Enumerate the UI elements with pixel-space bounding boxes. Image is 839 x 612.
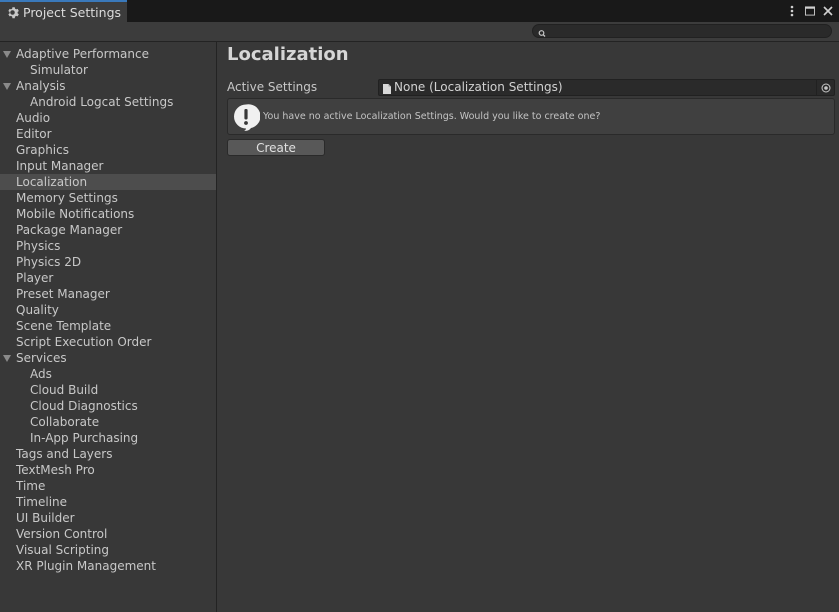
sidebar-item-visual-scripting[interactable]: Visual Scripting	[0, 542, 216, 558]
chevron-down-icon[interactable]	[3, 51, 11, 58]
sidebar-item-label: Collaborate	[30, 415, 100, 429]
sidebar-item-graphics[interactable]: Graphics	[0, 142, 216, 158]
sidebar-item-ui-builder[interactable]: UI Builder	[0, 510, 216, 526]
main-panel: Localization Active Settings None (Local…	[217, 42, 839, 612]
sidebar-item-label: Editor	[16, 127, 52, 141]
sidebar-item-label: Script Execution Order	[16, 335, 152, 349]
sidebar-item-label: In-App Purchasing	[30, 431, 139, 445]
sidebar-item-in-app-purchasing[interactable]: In-App Purchasing	[0, 430, 216, 446]
sidebar-item-cloud-diagnostics[interactable]: Cloud Diagnostics	[0, 398, 216, 414]
document-icon	[383, 83, 391, 94]
sidebar-item-physics-2d[interactable]: Physics 2D	[0, 254, 216, 270]
toolbar	[0, 22, 839, 42]
create-button[interactable]: Create	[227, 139, 325, 156]
sidebar-item-localization[interactable]: Localization	[0, 174, 216, 190]
sidebar-item-physics[interactable]: Physics	[0, 238, 216, 254]
sidebar-item-package-manager[interactable]: Package Manager	[0, 222, 216, 238]
search-icon	[538, 25, 546, 37]
maximize-icon[interactable]	[805, 4, 815, 18]
sidebar-item-label: XR Plugin Management	[16, 559, 156, 573]
sidebar-item-label: Quality	[16, 303, 59, 317]
sidebar-item-preset-manager[interactable]: Preset Manager	[0, 286, 216, 302]
sidebar-item-quality[interactable]: Quality	[0, 302, 216, 318]
sidebar-item-editor[interactable]: Editor	[0, 126, 216, 142]
sidebar-item-label: UI Builder	[16, 511, 75, 525]
sidebar-item-label: Physics 2D	[16, 255, 82, 269]
warning-icon	[232, 103, 261, 131]
tab-title: Project Settings	[23, 4, 122, 20]
sidebar-item-mobile-notifications[interactable]: Mobile Notifications	[0, 206, 216, 222]
sidebar-item-label: TextMesh Pro	[16, 463, 95, 477]
sidebar-item-label: Preset Manager	[16, 287, 110, 301]
sidebar-item-label: Timeline	[16, 495, 68, 509]
sidebar-item-label: Cloud Build	[30, 383, 99, 397]
sidebar-item-timeline[interactable]: Timeline	[0, 494, 216, 510]
sidebar-item-label: Memory Settings	[16, 191, 118, 205]
sidebar-item-label: Cloud Diagnostics	[30, 399, 138, 413]
sidebar-item-xr-plugin-management[interactable]: XR Plugin Management	[0, 558, 216, 574]
sidebar-item-android-logcat-settings[interactable]: Android Logcat Settings	[0, 94, 216, 110]
sidebar-item-label: Analysis	[16, 79, 66, 93]
sidebar-item-script-execution-order[interactable]: Script Execution Order	[0, 334, 216, 350]
tab-bar: Project Settings	[0, 0, 839, 22]
sidebar-item-memory-settings[interactable]: Memory Settings	[0, 190, 216, 206]
sidebar-item-analysis[interactable]: Analysis	[0, 78, 216, 94]
sidebar-item-label: Simulator	[30, 63, 88, 77]
sidebar-item-label: Services	[16, 351, 67, 365]
tab-project-settings[interactable]: Project Settings	[0, 0, 127, 22]
active-settings-value: None (Localization Settings)	[394, 80, 563, 94]
sidebar-item-label: Graphics	[16, 143, 69, 157]
sidebar-item-player[interactable]: Player	[0, 270, 216, 286]
sidebar-item-label: Package Manager	[16, 223, 123, 237]
sidebar-item-services[interactable]: Services	[0, 350, 216, 366]
sidebar-item-label: Version Control	[16, 527, 108, 541]
sidebar-item-label: Physics	[16, 239, 61, 253]
gear-icon	[6, 6, 19, 19]
sidebar-item-label: Localization	[16, 175, 88, 189]
chevron-down-icon[interactable]	[3, 355, 11, 362]
sidebar-item-audio[interactable]: Audio	[0, 110, 216, 126]
sidebar-item-cloud-build[interactable]: Cloud Build	[0, 382, 216, 398]
sidebar-item-adaptive-performance[interactable]: Adaptive Performance	[0, 46, 216, 62]
close-icon[interactable]	[823, 4, 833, 18]
sidebar-item-label: Adaptive Performance	[16, 47, 149, 61]
sidebar-item-ads[interactable]: Ads	[0, 366, 216, 382]
help-box: You have no active Localization Settings…	[227, 98, 835, 135]
more-vert-icon[interactable]	[787, 4, 797, 18]
chevron-down-icon[interactable]	[3, 83, 11, 90]
sidebar-item-collaborate[interactable]: Collaborate	[0, 414, 216, 430]
settings-sidebar: Adaptive Performance Simulator Analysis And…	[0, 42, 217, 612]
sidebar-item-label: Visual Scripting	[16, 543, 109, 557]
search-input[interactable]	[532, 24, 832, 38]
sidebar-item-scene-template[interactable]: Scene Template	[0, 318, 216, 334]
page-title: Localization	[227, 44, 349, 65]
sidebar-item-textmesh-pro[interactable]: TextMesh Pro	[0, 462, 216, 478]
sidebar-item-label: Input Manager	[16, 159, 104, 173]
active-settings-label: Active Settings	[227, 80, 318, 94]
sidebar-item-simulator[interactable]: Simulator	[0, 62, 216, 78]
help-message: You have no active Localization Settings…	[263, 111, 601, 122]
sidebar-item-label: Scene Template	[16, 319, 112, 333]
sidebar-item-version-control[interactable]: Version Control	[0, 526, 216, 542]
sidebar-item-label: Tags and Layers	[16, 447, 113, 461]
window-controls	[787, 2, 833, 20]
sidebar-item-label: Time	[16, 479, 46, 493]
sidebar-item-label: Audio	[16, 111, 51, 125]
active-settings-field[interactable]: None (Localization Settings)	[378, 79, 835, 96]
sidebar-item-time[interactable]: Time	[0, 478, 216, 494]
sidebar-item-label: Ads	[30, 367, 52, 381]
sidebar-item-label: Android Logcat Settings	[30, 95, 174, 109]
sidebar-item-label: Mobile Notifications	[16, 207, 135, 221]
sidebar-item-tags-and-layers[interactable]: Tags and Layers	[0, 446, 216, 462]
object-picker-icon[interactable]	[816, 80, 834, 95]
sidebar-item-input-manager[interactable]: Input Manager	[0, 158, 216, 174]
sidebar-item-label: Player	[16, 271, 54, 285]
